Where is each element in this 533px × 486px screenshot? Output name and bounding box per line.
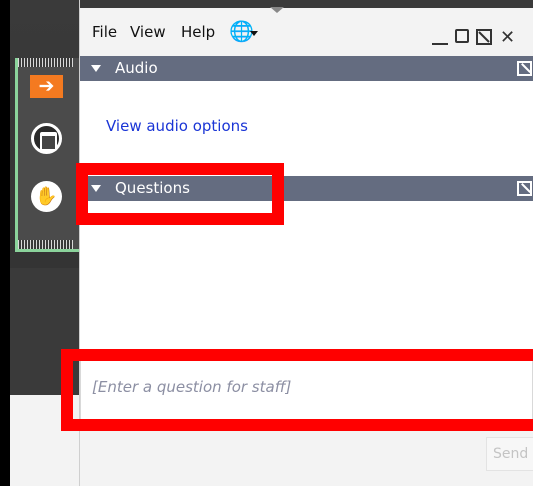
show-dashboard-button[interactable]: [28, 120, 65, 157]
language-menu-button[interactable]: 🌐: [229, 21, 259, 43]
restore-button[interactable]: [476, 29, 492, 45]
minimize-button[interactable]: [432, 43, 448, 45]
popout-icon[interactable]: [517, 181, 532, 196]
audio-section-title: Audio: [115, 59, 158, 77]
view-audio-options-link[interactable]: View audio options: [106, 117, 248, 135]
grab-tab-grip-top[interactable]: [18, 58, 73, 67]
panel-top-bar: [80, 0, 533, 8]
arrow-right-icon: ➔: [38, 75, 55, 97]
popout-icon[interactable]: [517, 61, 532, 76]
collapse-triangle-icon: [91, 65, 101, 72]
left-edge-strip: [0, 0, 10, 486]
collapse-panel-button[interactable]: ➔: [30, 75, 63, 98]
close-icon: ✕: [500, 27, 516, 48]
menubar: File View Help 🌐 ✕: [80, 13, 533, 53]
grab-tab-grip-bottom[interactable]: [18, 240, 73, 249]
highlight-box-question-input: [61, 349, 533, 431]
caret-down-icon: [250, 31, 258, 36]
close-button[interactable]: ✕: [500, 29, 518, 47]
raise-hand-button[interactable]: ✋: [28, 178, 65, 215]
raise-hand-icon: ✋: [31, 181, 62, 212]
menu-view[interactable]: View: [130, 23, 166, 41]
send-button[interactable]: Send: [486, 437, 533, 471]
menu-help[interactable]: Help: [181, 23, 215, 41]
highlight-box-questions: [76, 163, 284, 225]
audio-section-body: View audio options: [80, 81, 533, 176]
control-panel-grab-tab[interactable]: ➔ ✋: [15, 58, 79, 252]
audio-section-header[interactable]: Audio: [80, 56, 533, 81]
maximize-button[interactable]: [455, 29, 469, 43]
restore-icon: [476, 29, 492, 45]
window-icon: [31, 123, 62, 154]
menu-file[interactable]: File: [92, 23, 117, 41]
